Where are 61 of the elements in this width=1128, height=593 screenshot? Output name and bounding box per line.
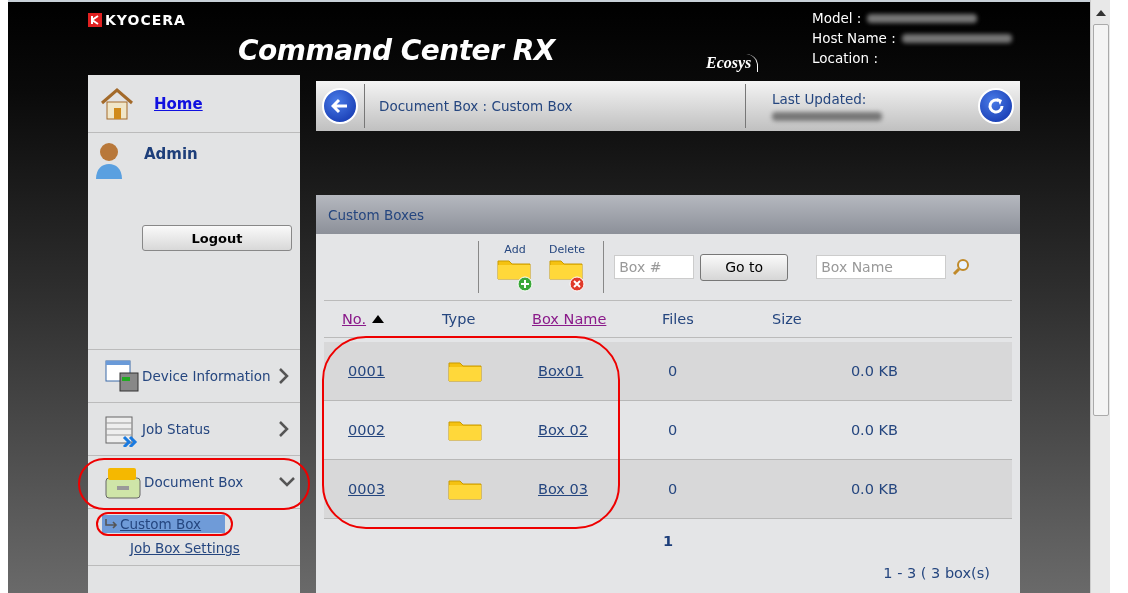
- refresh-icon: [986, 96, 1006, 116]
- house-icon: [100, 86, 134, 121]
- box-number-link[interactable]: 0002: [348, 422, 385, 438]
- last-updated-label: Last Updated:: [772, 91, 867, 107]
- box-count: 1 - 3 ( 3 box(s): [883, 565, 990, 581]
- sub-logo: Ecosys: [706, 54, 759, 72]
- chevron-right-icon: [278, 420, 290, 438]
- info-label: Location :: [812, 50, 878, 66]
- arrow-icon: [104, 519, 118, 529]
- back-button[interactable]: [322, 88, 358, 124]
- size-cell: 0.0 KB: [850, 422, 898, 438]
- chevron-right-icon: [278, 367, 290, 385]
- app-title: Command Center RX: [238, 34, 555, 67]
- column-header-link[interactable]: No.: [342, 311, 385, 327]
- panel-title: Custom Boxes: [328, 206, 425, 223]
- scrollbar-thumb[interactable]: [1092, 24, 1109, 416]
- arrow-left-icon: [331, 98, 349, 114]
- submenu-link[interactable]: Job Box Settings: [102, 539, 264, 557]
- nav-item[interactable]: Device Information: [88, 350, 300, 402]
- box-number-link[interactable]: 0003: [348, 481, 385, 497]
- folder-icon: [448, 360, 482, 382]
- nav-item[interactable]: Job Status: [88, 403, 300, 455]
- column-header: Size: [772, 311, 802, 327]
- search-icon[interactable]: [952, 258, 971, 276]
- box-link[interactable]: Box01: [538, 363, 584, 379]
- refresh-button[interactable]: [978, 88, 1014, 124]
- folder-icon: [448, 478, 482, 500]
- user-name: Admin: [144, 145, 198, 163]
- box-number-field[interactable]: Box #: [614, 255, 695, 279]
- breadcrumb-path: Document Box : Custom Box: [378, 98, 574, 114]
- files-cell: 0: [668, 363, 678, 379]
- page-number[interactable]: 1: [662, 533, 674, 549]
- computer-printer-icon: [104, 359, 140, 393]
- sort-up-icon: [372, 315, 385, 323]
- column-header: Type: [442, 311, 476, 327]
- goto-button[interactable]: Go to: [700, 253, 789, 281]
- folder-plus-icon: [497, 257, 533, 292]
- add-button[interactable]: Add: [489, 242, 541, 292]
- files-cell: 0: [668, 422, 678, 438]
- size-cell: 0.0 KB: [850, 363, 898, 379]
- box-name-field[interactable]: Box Name: [816, 255, 947, 279]
- scroll-up-icon[interactable]: [1095, 10, 1106, 16]
- logout-button[interactable]: Logout: [142, 225, 292, 251]
- nav-item[interactable]: Document Box: [88, 456, 300, 508]
- box-link[interactable]: Box 02: [538, 422, 588, 438]
- size-cell: 0.0 KB: [850, 481, 898, 497]
- chevron-down-icon: [278, 476, 296, 488]
- column-header-link[interactable]: Box Name: [532, 311, 607, 327]
- box-link[interactable]: Box 03: [538, 481, 588, 497]
- delete-button[interactable]: Delete: [541, 242, 594, 292]
- folder-x-icon: [549, 257, 586, 292]
- box-number-link[interactable]: 0001: [348, 363, 385, 379]
- info-label: Host Name :: [812, 30, 896, 46]
- brand-logo: KYOCERA: [105, 12, 186, 28]
- brand-logo-icon: [88, 13, 102, 27]
- files-cell: 0: [668, 481, 678, 497]
- user-icon: [94, 141, 124, 181]
- info-label: Model :: [812, 10, 862, 26]
- column-header: Files: [662, 311, 694, 327]
- home-link[interactable]: Home: [154, 94, 203, 113]
- folder-icon: [448, 419, 482, 441]
